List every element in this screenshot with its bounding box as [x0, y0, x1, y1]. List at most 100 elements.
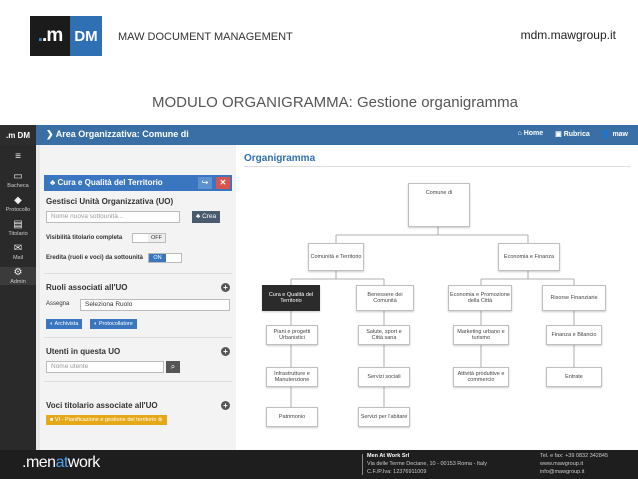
- book-icon: ▤: [13, 219, 23, 230]
- site-url: mdm.mawgroup.it: [520, 28, 616, 42]
- sidebar-item-label: Mail: [12, 255, 24, 261]
- org-node-comunita[interactable]: Comunità e Territorio: [308, 243, 364, 271]
- sidebar-item-protocollo[interactable]: ◆ Protocollo: [0, 195, 36, 213]
- visibilita-toggle[interactable]: OFF: [132, 233, 166, 243]
- toggle-state: OFF: [148, 234, 165, 242]
- footer: .menatwork Men At Work Srl Via delle Ter…: [0, 450, 638, 479]
- org-node-promozione[interactable]: Economia e Promozione della Città: [448, 285, 512, 311]
- sidebar-item-bacheca[interactable]: ▭ Bacheca: [0, 171, 36, 189]
- add-utente-icon[interactable]: +: [221, 347, 230, 356]
- logo-part: work: [67, 454, 100, 471]
- ruolo-archivista[interactable]: ◐ Archivista: [46, 319, 83, 329]
- monitor-icon: ▭: [13, 171, 23, 182]
- org-node-marketing[interactable]: Marketing urbano e turismo: [453, 325, 509, 345]
- org-node-root[interactable]: Comune di: [408, 183, 470, 227]
- utenti-heading: Utenti in questa UO: [46, 347, 121, 356]
- divider: [44, 337, 232, 338]
- divider: [362, 454, 363, 475]
- sidebar-item-label: Admin: [10, 279, 26, 285]
- ruolo-select[interactable]: Seleziona Ruolo: [80, 299, 230, 311]
- menatwork-logo: .menatwork: [22, 454, 100, 472]
- share-button[interactable]: ↪: [198, 177, 212, 189]
- uo-title: ♣ Cura e Qualità del Territorio: [50, 178, 163, 187]
- company-vat: C.F./P.Iva: 12376911009: [367, 469, 427, 475]
- org-node-benessere[interactable]: Benessere dei Comunità: [356, 285, 414, 311]
- new-subunit-input[interactable]: Nome nuova sottounità...: [46, 211, 180, 223]
- tag-label: Protocollatore: [98, 321, 133, 327]
- crea-button[interactable]: ♣ Crea: [192, 211, 221, 223]
- nav-rubrica[interactable]: ▣ Rubrica: [555, 130, 590, 138]
- org-node-attivita[interactable]: Attività produttive e commercio: [453, 367, 509, 387]
- add-ruolo-icon[interactable]: +: [221, 283, 230, 292]
- mini-logo[interactable]: .m DM: [0, 125, 36, 145]
- eredita-label: Eredita (ruoli e voci) da sottounità: [46, 255, 144, 261]
- logo-m: . .m: [30, 16, 70, 56]
- org-node-servizi-sociali[interactable]: Servizi sociali: [358, 367, 410, 387]
- mail-icon: ✉: [13, 243, 23, 254]
- voci-heading: Voci titolario associate all'UO: [46, 401, 158, 410]
- sidebar-item-titolario[interactable]: ▤ Titolario: [0, 219, 36, 237]
- uo-title-text: Cura e Qualità del Territorio: [57, 178, 163, 187]
- close-button[interactable]: ✕: [216, 177, 230, 189]
- ruolo-protocollatore[interactable]: ◐ Protocollatore: [90, 319, 137, 329]
- org-node-salute[interactable]: Salute, sport e Città sana: [358, 325, 410, 345]
- crea-label: Crea: [202, 213, 217, 220]
- slide-subtitle: MODULO ORGANIGRAMMA: Gestione organigram…: [152, 94, 518, 111]
- company-phone: Tel. e fax: +39 0832 342845: [540, 453, 609, 459]
- org-node-economia[interactable]: Economia e Finanza: [498, 243, 560, 271]
- assegna-label: Assegna: [46, 301, 70, 307]
- sidebar-item-admin[interactable]: ⚙ Admin: [0, 267, 36, 285]
- area-title-text: Area Organizzativa: Comune di: [55, 129, 189, 139]
- org-node-servizi-abitare[interactable]: Servizi per l'abitare: [358, 407, 410, 427]
- top-bar: .m DM ❯ Area Organizzativa: Comune di ⌂ …: [0, 125, 638, 145]
- gestisci-heading: Gestisci Unità Organizzativa (UO): [46, 197, 174, 206]
- org-node-infrastrutture[interactable]: Infrastrutture e Manutenzione: [266, 367, 318, 387]
- tag-label: Archivista: [54, 321, 79, 327]
- nav-home-label: Home: [523, 130, 544, 137]
- sidebar-menu-icon[interactable]: ≡: [0, 151, 36, 163]
- org-node-finanza[interactable]: Finanza e Bilancio: [546, 325, 602, 345]
- company-address: Via delle Terme Deciane, 10 - 00153 Roma…: [367, 461, 487, 467]
- footer-address: Men At Work Srl Via delle Terme Deciane,…: [367, 452, 487, 476]
- org-node-patrimonio[interactable]: Patrimonio: [266, 407, 318, 427]
- company-web: www.mawgroup.it: [540, 461, 584, 467]
- sidebar-item-mail[interactable]: ✉ Mail: [0, 243, 36, 261]
- org-node-risorse[interactable]: Risorse Finanziarie: [542, 285, 606, 311]
- ruoli-heading: Ruoli associati all'UO: [46, 283, 128, 292]
- footer-contacts: Tel. e fax: +39 0832 342845 www.mawgroup…: [540, 452, 608, 476]
- logo-part: .men: [22, 454, 56, 471]
- app-screenshot: .m DM ❯ Area Organizzativa: Comune di ⌂ …: [0, 125, 638, 450]
- top-nav: ⌂ Home ▣ Rubrica 👤 maw: [518, 130, 629, 138]
- sidebar-item-label: Bacheca: [7, 183, 29, 189]
- eredita-toggle[interactable]: ON: [148, 253, 182, 263]
- visibilita-label: Visibilità titolario completa: [46, 235, 123, 241]
- org-node-piani[interactable]: Piani e progetti Urbanistici: [266, 325, 318, 345]
- logo-dm: DM: [70, 16, 102, 56]
- nav-rubrica-label: Rubrica: [563, 131, 590, 138]
- back-icon[interactable]: ❯: [46, 129, 56, 139]
- voce-tag[interactable]: ■ VI - Pianificazione e gestione del ter…: [46, 415, 167, 425]
- area-title: ❯ Area Organizzativa: Comune di: [46, 129, 189, 140]
- divider: [44, 381, 232, 382]
- divider: [44, 273, 232, 274]
- sidebar: ≡ ▭ Bacheca ◆ Protocollo ▤ Titolario ✉ Mail …: [0, 145, 36, 450]
- gears-icon: ⚙: [13, 267, 23, 278]
- nav-home[interactable]: ⌂ Home: [518, 130, 544, 138]
- connector-l1a: [290, 271, 385, 285]
- search-button[interactable]: ⌕: [166, 361, 180, 373]
- company-email: info@mawgroup.it: [540, 469, 585, 475]
- nav-user-label: maw: [612, 131, 628, 138]
- connector-root: [335, 227, 529, 243]
- company-name: Men At Work Srl: [367, 453, 410, 459]
- sidebar-item-label: Titolario: [8, 231, 28, 237]
- brand-title: MAW DOCUMENT MANAGEMENT: [118, 31, 293, 43]
- utente-input[interactable]: Nome utente: [46, 361, 164, 373]
- mdm-logo: . .m DM: [30, 16, 102, 56]
- org-node-entrate[interactable]: Entrate: [546, 367, 602, 387]
- toggle-state: ON: [149, 254, 166, 262]
- org-node-cura-qualita[interactable]: Cura e Qualità del Territorio: [262, 285, 320, 311]
- add-voce-icon[interactable]: +: [221, 401, 230, 410]
- logo-part: at: [55, 454, 69, 471]
- nav-user[interactable]: 👤 maw: [602, 130, 628, 138]
- connector-l1b: [480, 271, 575, 285]
